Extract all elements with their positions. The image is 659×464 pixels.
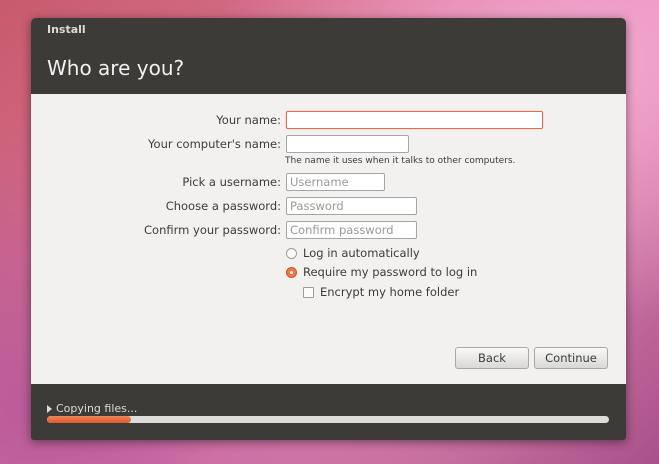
encrypt-home-option[interactable]: Encrypt my home folder xyxy=(303,284,459,300)
name-input[interactable] xyxy=(286,111,543,129)
password-input[interactable] xyxy=(286,197,417,215)
computer-name-label: Your computer's name: xyxy=(148,137,281,151)
triangle-right-icon[interactable] xyxy=(47,404,52,413)
page-title: Who are you? xyxy=(47,56,185,80)
require-password-label: Require my password to log in xyxy=(303,265,478,279)
confirm-label-wrap: Confirm your password: xyxy=(31,220,281,240)
status-text: Copying files... xyxy=(56,402,138,415)
confirm-password-input[interactable] xyxy=(286,221,417,239)
window-title: Install xyxy=(47,23,86,36)
username-input[interactable] xyxy=(286,173,385,191)
computer-label-wrap: Your computer's name: xyxy=(31,134,281,154)
name-label: Your name: xyxy=(216,113,281,127)
confirm-password-label: Confirm your password: xyxy=(144,223,281,237)
username-label: Pick a username: xyxy=(182,175,281,189)
form-panel: Your name: Your computer's name: The nam… xyxy=(31,94,626,384)
installer-window: Install Who are you? Your name: Your com… xyxy=(31,18,626,440)
login-auto-label: Log in automatically xyxy=(303,246,420,260)
continue-button[interactable]: Continue xyxy=(534,347,608,369)
name-label-wrap: Your name: xyxy=(31,110,281,130)
install-status[interactable]: Copying files... xyxy=(47,402,137,415)
progress-fill xyxy=(47,416,132,423)
password-label-wrap: Choose a password: xyxy=(31,196,281,216)
login-auto-radio[interactable] xyxy=(286,247,297,259)
encrypt-home-checkbox[interactable] xyxy=(303,286,314,298)
progress-bar xyxy=(47,416,609,423)
back-button[interactable]: Back xyxy=(455,347,529,369)
password-label: Choose a password: xyxy=(165,199,281,213)
username-label-wrap: Pick a username: xyxy=(31,172,281,192)
login-auto-option[interactable]: Log in automatically xyxy=(286,245,420,261)
computer-name-hint: The name it uses when it talks to other … xyxy=(285,156,516,166)
encrypt-home-label: Encrypt my home folder xyxy=(320,285,460,299)
require-password-option[interactable]: Require my password to log in xyxy=(286,264,477,280)
computer-name-input[interactable] xyxy=(286,135,409,153)
require-password-radio[interactable] xyxy=(286,266,297,278)
